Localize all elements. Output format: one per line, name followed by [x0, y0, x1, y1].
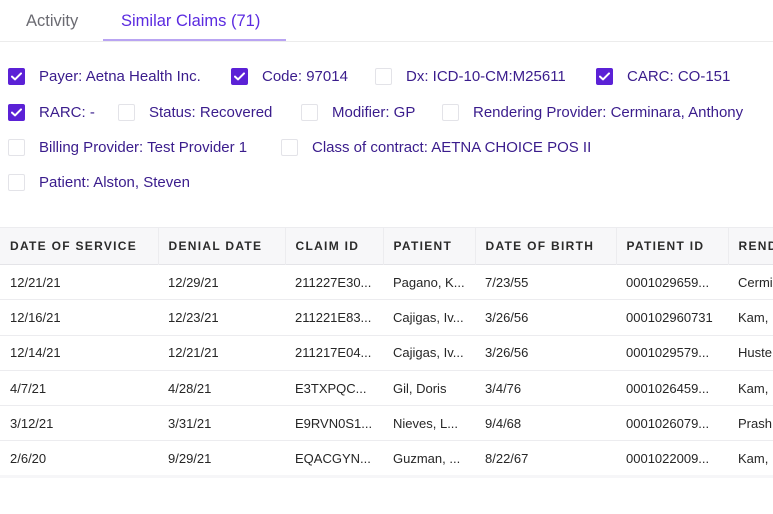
checkmark-icon: [599, 72, 610, 81]
table-cell: Nieves, L...: [393, 415, 459, 431]
column-header[interactable]: DATE OF SERVICE: [0, 227, 159, 265]
filter-label: Code: 97014: [262, 68, 348, 85]
filter-chip[interactable]: Billing Provider: Test Provider 1: [8, 139, 247, 156]
active-tab-indicator: [103, 39, 286, 41]
filter-chip[interactable]: Dx: ICD-10-CM:M25611: [375, 68, 566, 85]
table-cell: 12/21/21: [168, 345, 219, 361]
table-cell: Pagano, K...: [393, 274, 465, 290]
column-header[interactable]: PATIENT: [383, 227, 476, 265]
similar-claims-table: DATE OF SERVICE DENIAL DATE CLAIM ID PATIEN…: [0, 227, 773, 477]
filter-chip[interactable]: RARC: -: [8, 104, 95, 121]
filter-chip[interactable]: Modifier: GP: [301, 104, 415, 121]
filter-label: Payer: Aetna Health Inc.: [39, 68, 201, 85]
checkbox-checked[interactable]: [596, 68, 613, 85]
table-cell: 0001029579...: [626, 345, 710, 361]
checkmark-icon: [11, 72, 22, 81]
filter-label: Billing Provider: Test Provider 1: [39, 139, 248, 156]
checkbox-checked[interactable]: [8, 68, 25, 85]
checkbox-unchecked[interactable]: [442, 104, 459, 121]
filter-chip[interactable]: Status: Recovered: [118, 104, 272, 121]
table-cell: 0001022009...: [626, 451, 710, 467]
checkbox-unchecked[interactable]: [118, 104, 135, 121]
table-cell: Kam,: [738, 380, 769, 396]
table-cell: 12/14/21: [10, 345, 61, 361]
filter-label: Status: Recovered: [149, 104, 273, 121]
checkbox-unchecked[interactable]: [8, 174, 25, 191]
filter-chip[interactable]: Code: 97014: [231, 68, 348, 85]
filter-chip[interactable]: Rendering Provider: Cerminara, Anthony: [442, 104, 743, 121]
table-footer-strip: [0, 475, 773, 478]
table-cell: Huste: [738, 345, 772, 361]
table-cell: Gil, Doris: [393, 380, 447, 396]
table-row[interactable]: 12/16/21 12/23/21 211221E83... Cajigas, Iv.…: [0, 300, 773, 336]
tab-similar-claims[interactable]: Similar Claims (71): [121, 12, 260, 31]
table-header-row: DATE OF SERVICE DENIAL DATE CLAIM ID PATIEN…: [0, 227, 773, 265]
filter-label: Rendering Provider: Cerminara, Anthony: [473, 104, 744, 121]
column-header[interactable]: DATE OF BIRTH: [475, 227, 617, 265]
filter-label: Modifier: GP: [332, 104, 416, 121]
column-header[interactable]: PATIENT ID: [616, 227, 729, 265]
filter-chip[interactable]: Payer: Aetna Health Inc.: [8, 68, 201, 85]
table-cell: 211227E30...: [295, 274, 372, 290]
table-cell: 12/16/21: [10, 309, 61, 325]
filter-label: Dx: ICD-10-CM:M25611: [406, 68, 566, 85]
table-row[interactable]: 12/14/21 12/21/21 211217E04... Cajigas, Iv.…: [0, 335, 773, 371]
filter-label: Patient: Alston, Steven: [39, 174, 190, 191]
checkbox-checked[interactable]: [8, 104, 25, 121]
checkbox-unchecked[interactable]: [281, 139, 298, 156]
column-header[interactable]: REND: [728, 228, 773, 265]
tab-activity[interactable]: Activity: [26, 12, 78, 31]
table-row[interactable]: 12/21/21 12/29/21 211227E30... Pagano, K...…: [0, 265, 773, 300]
table-cell: Cermi: [738, 274, 773, 290]
filter-label: Class of contract: AETNA CHOICE POS II: [312, 139, 592, 156]
table-cell: 12/23/21: [168, 309, 219, 325]
table-cell: E9RVN0S1...: [295, 415, 373, 431]
table-cell: EQACGYN...: [295, 451, 371, 467]
column-header[interactable]: CLAIM ID: [285, 227, 384, 265]
table-cell: 211217E04...: [295, 345, 372, 361]
table-cell: 12/29/21: [168, 274, 219, 290]
table-cell: 4/28/21: [168, 380, 212, 396]
table-cell: 2/6/20: [10, 451, 47, 467]
table-cell: 000102960731: [626, 309, 713, 325]
checkbox-unchecked[interactable]: [375, 68, 392, 85]
column-header[interactable]: DENIAL DATE: [158, 227, 286, 265]
table-cell: 3/26/56: [485, 345, 529, 361]
table-cell: 3/31/21: [168, 415, 212, 431]
table-cell: 12/21/21: [10, 274, 61, 290]
checkbox-unchecked[interactable]: [301, 104, 318, 121]
table-cell: E3TXPQC...: [295, 380, 367, 396]
table-row[interactable]: 3/12/21 3/31/21 E9RVN0S1... Nieves, L... 9/4…: [0, 406, 773, 441]
table-cell: Kam,: [738, 451, 769, 467]
table-cell: 9/29/21: [168, 451, 212, 467]
table-cell: 3/26/56: [485, 309, 529, 325]
checkbox-checked[interactable]: [231, 68, 248, 85]
tab-bar: Activity Similar Claims (71): [0, 0, 773, 42]
table-cell: 7/23/55: [485, 274, 529, 290]
table-cell: Cajigas, Iv...: [393, 309, 464, 325]
table-cell: 8/22/67: [485, 451, 529, 467]
table-cell: Kam,: [738, 309, 769, 325]
table-cell: 4/7/21: [10, 380, 47, 396]
filter-label: RARC: -: [39, 104, 95, 121]
checkbox-unchecked[interactable]: [8, 139, 25, 156]
filter-chip[interactable]: CARC: CO-151: [596, 68, 730, 85]
table-row[interactable]: 4/7/21 4/28/21 E3TXPQC... Gil, Doris 3/4/76 0…: [0, 370, 773, 406]
table-cell: 0001026079...: [626, 415, 710, 431]
table-cell: Cajigas, Iv...: [393, 345, 464, 361]
filter-chip[interactable]: Class of contract: AETNA CHOICE POS II: [281, 139, 591, 156]
filter-chip[interactable]: Patient: Alston, Steven: [8, 174, 190, 191]
table-cell: Guzman, ...: [393, 451, 461, 467]
checkmark-icon: [234, 72, 245, 81]
table-row[interactable]: 2/6/20 9/29/21 EQACGYN... Guzman, ... 8/22/6…: [0, 441, 773, 477]
table-cell: 0001029659...: [626, 274, 710, 290]
table-cell: 3/12/21: [10, 415, 54, 431]
table-cell: 0001026459...: [626, 380, 710, 396]
table-cell: 211221E83...: [295, 309, 372, 325]
checkmark-icon: [11, 108, 22, 117]
table-cell: 9/4/68: [485, 415, 522, 431]
filter-label: CARC: CO-151: [627, 68, 731, 85]
table-cell: 3/4/76: [485, 380, 522, 396]
table-cell: Prash: [738, 415, 772, 431]
